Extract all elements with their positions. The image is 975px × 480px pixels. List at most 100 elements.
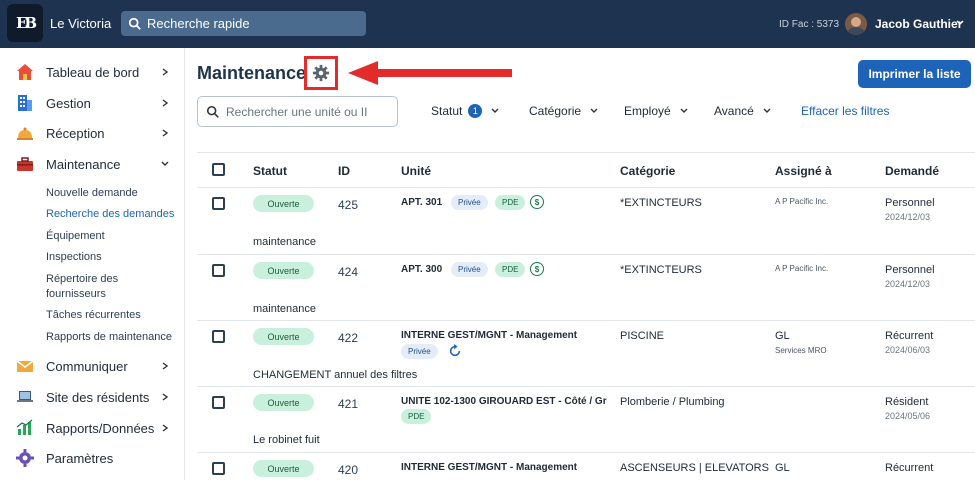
recurring-icon <box>449 344 461 357</box>
unit-name[interactable]: INTERNE GEST/MGNT - Management <box>401 330 577 341</box>
chevron-right-icon <box>162 424 169 432</box>
sidebar-item-label: Gestion <box>46 95 91 111</box>
print-list-button[interactable]: Imprimer la liste <box>858 60 971 88</box>
request-id[interactable]: 425 <box>338 198 358 212</box>
user-name[interactable]: Jacob Gauthier <box>875 17 962 31</box>
sidebar-item-label: Paramètres <box>46 450 114 466</box>
sidebar-item-maintenance[interactable]: Maintenance <box>0 152 184 176</box>
request-date: 2024/05/06 <box>885 411 931 421</box>
column-header-statut[interactable]: Statut <box>253 164 287 178</box>
filter-categorie[interactable]: Catégorie <box>529 104 599 118</box>
chevron-down-icon <box>763 108 771 113</box>
annotation-arrow-icon <box>348 61 512 85</box>
category: *EXTINCTEURS <box>620 197 702 209</box>
request-id[interactable]: 424 <box>338 265 358 279</box>
column-header-demande[interactable]: Demandé <box>885 164 939 178</box>
search-icon <box>206 105 219 118</box>
table-row[interactable]: Ouverte 424 APT. 300 Privée PDE $ *EXTIN… <box>197 255 975 321</box>
logo-mark: EB <box>15 14 37 32</box>
request-description: maintenance <box>253 236 316 248</box>
requested-by: Récurrent <box>885 330 934 342</box>
row-checkbox[interactable] <box>212 197 225 210</box>
sidebar-item-dashboard[interactable]: Tableau de bord <box>0 60 184 84</box>
column-header-id[interactable]: ID <box>338 164 350 178</box>
sidebar-item-label: Tableau de bord <box>46 64 140 80</box>
chevron-down-icon <box>491 108 499 113</box>
pde-tag: PDE <box>401 409 432 424</box>
page-title: Maintenance <box>197 63 307 83</box>
assigned-to: A P Pacific Inc. <box>775 197 829 206</box>
request-id[interactable]: 422 <box>338 331 358 345</box>
requested-by: Personnel <box>885 197 935 209</box>
assigned-vendor: Services MRO <box>775 346 827 355</box>
filter-label: Statut <box>431 104 463 118</box>
sub-item-maintenance-reports[interactable]: Rapports de maintenance <box>46 331 172 343</box>
category: Plomberie / Plumbing <box>620 396 725 408</box>
unit-name[interactable]: UNITÉ 102-1300 GIROUARD EST - Côté / Gr <box>401 396 607 407</box>
bell-icon <box>17 127 33 140</box>
sidebar-item-reception[interactable]: Réception <box>0 121 184 145</box>
sub-item-inspections[interactable]: Inspections <box>46 251 102 263</box>
toolbox-icon <box>17 157 33 171</box>
sub-item-vendor-directory[interactable]: Répertoire des <box>46 273 118 285</box>
quick-search[interactable]: Recherche rapide <box>121 11 366 36</box>
privee-tag: Privée <box>451 262 488 277</box>
home-icon <box>17 64 33 80</box>
assigned-to: GL <box>775 330 790 342</box>
row-checkbox[interactable] <box>212 396 225 409</box>
table-row[interactable]: Ouverte 425 APT. 301 Privée PDE $ *EXTIN… <box>197 188 975 255</box>
request-id[interactable]: 420 <box>338 463 358 477</box>
table-row[interactable]: Ouverte 420 INTERNE GEST/MGNT - Manageme… <box>197 453 975 480</box>
status-badge: Ouverte <box>253 262 314 279</box>
row-checkbox[interactable] <box>212 330 225 343</box>
unit-search-box[interactable] <box>197 96 398 127</box>
table-header: Statut ID Unité Catégorie Assigné à Dema… <box>197 152 975 188</box>
gear-icon <box>312 64 330 82</box>
search-input[interactable] <box>226 104 396 119</box>
request-date: 2024/12/03 <box>885 279 931 289</box>
assigned-to: A P Pacific Inc. <box>775 264 829 273</box>
column-header-unite[interactable]: Unité <box>401 164 431 178</box>
sub-item-recurring-tasks[interactable]: Tâches récurrentes <box>46 309 141 321</box>
filter-employe[interactable]: Employé <box>624 104 689 118</box>
sidebar-item-settings[interactable]: Paramètres <box>0 446 184 470</box>
settings-gear-button[interactable] <box>304 56 338 90</box>
select-all-checkbox[interactable] <box>212 163 225 176</box>
filter-label: Catégorie <box>529 104 582 118</box>
sub-item-new-request[interactable]: Nouvelle demande <box>46 187 138 199</box>
chevron-right-icon <box>162 99 169 107</box>
sub-item-search-requests[interactable]: Recherche des demandes <box>46 208 174 220</box>
chart-icon <box>16 419 33 435</box>
filter-avance[interactable]: Avancé <box>714 104 772 118</box>
chevron-down-icon[interactable] <box>955 18 965 28</box>
chevron-right-icon <box>162 393 169 401</box>
sidebar-item-label: Communiquer <box>46 358 128 374</box>
status-badge: Ouverte <box>253 460 314 477</box>
column-header-categorie[interactable]: Catégorie <box>620 164 675 178</box>
laptop-icon <box>17 391 33 402</box>
sub-item-equipment[interactable]: Équipement <box>46 230 105 242</box>
row-checkbox[interactable] <box>212 462 225 475</box>
sidebar-item-communiquer[interactable]: Communiquer <box>0 354 184 378</box>
sidebar-item-reports-data[interactable]: Rapports/Données <box>0 416 184 440</box>
request-id[interactable]: 421 <box>338 397 358 411</box>
sidebar-item-resident-site[interactable]: Site des résidents <box>0 385 184 409</box>
requested-by: Personnel <box>885 264 935 276</box>
table-row[interactable]: Ouverte 421 UNITÉ 102-1300 GIROUARD EST … <box>197 387 975 453</box>
unit-name[interactable]: APT. 301 <box>401 197 442 208</box>
request-description: maintenance <box>253 303 316 315</box>
sidebar-item-gestion[interactable]: Gestion <box>0 91 184 115</box>
sidebar-item-label: Réception <box>46 125 105 141</box>
filter-statut[interactable]: Statut 1 <box>431 104 500 118</box>
clear-filters-link[interactable]: Effacer les filtres <box>801 104 889 118</box>
unit-name[interactable]: APT. 300 <box>401 264 442 275</box>
avatar[interactable] <box>845 13 867 35</box>
app-logo[interactable]: EB <box>7 4 43 42</box>
request-date: 2024/06/03 <box>885 345 931 355</box>
row-checkbox[interactable] <box>212 264 225 277</box>
column-header-assigne[interactable]: Assigné à <box>775 164 832 178</box>
unit-name[interactable]: INTERNE GEST/MGNT - Management <box>401 462 577 473</box>
search-icon <box>128 17 141 30</box>
table-row[interactable]: Ouverte 422 INTERNE GEST/MGNT - Manageme… <box>197 321 975 387</box>
sub-item-vendor-directory-line2[interactable]: fournisseurs <box>46 288 106 300</box>
